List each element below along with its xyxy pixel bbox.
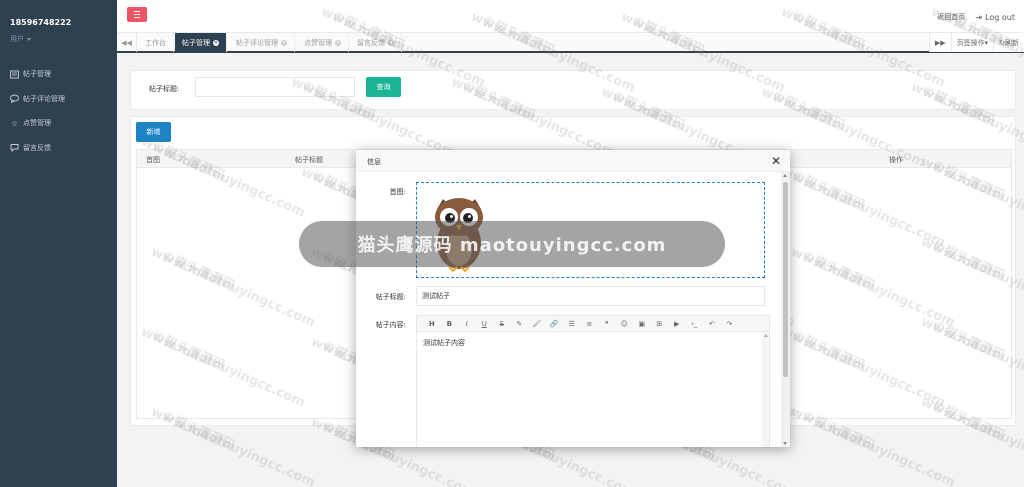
tab-feedback[interactable]: 留言反馈 ✕ xyxy=(350,33,402,52)
refresh-label: 刷新 xyxy=(1005,38,1019,47)
top-header: 返回首页 ⇥ Log out xyxy=(117,0,1024,32)
modal-header: 信息 ✕ xyxy=(356,150,790,172)
sidebar-nav: 帖子管理 帖子评论管理 ☆ 点赞管理 留言反馈 xyxy=(0,62,117,160)
brush-icon[interactable]: 🖌 xyxy=(528,316,546,332)
tab-scroll-left-button[interactable]: ◀◀ xyxy=(117,33,137,52)
menu-toggle-button[interactable] xyxy=(127,7,147,22)
tab-label: 帖子评论管理 xyxy=(236,38,278,47)
modal-title: 信息 xyxy=(367,158,381,166)
close-icon[interactable]: ✕ xyxy=(388,39,394,46)
tab-scroll-right-button[interactable]: ▶▶ xyxy=(928,33,951,52)
user-role-label: 用户 xyxy=(10,35,24,43)
feedback-icon xyxy=(10,143,19,153)
pencil-icon[interactable]: ✎ xyxy=(511,316,529,332)
italic-icon[interactable]: I xyxy=(458,316,476,332)
sidebar-item-comments[interactable]: 帖子评论管理 xyxy=(0,87,117,112)
tab-label: 工作台 xyxy=(145,38,166,47)
sidebar-item-posts[interactable]: 帖子管理 xyxy=(0,62,117,87)
double-chevron-left-icon: ◀◀ xyxy=(121,38,132,47)
post-title-input[interactable]: 测试帖子 xyxy=(416,286,765,306)
column-header-title[interactable]: 帖子标题 xyxy=(295,155,323,165)
post-title-label: 帖子标题: xyxy=(375,293,406,301)
scroll-up-icon xyxy=(763,334,768,337)
edit-post-modal: 信息 ✕ 首图: 帖子标题: 测试帖子 帖子内容: H B I U S ✎ 🖌 … xyxy=(356,150,790,447)
search-panel: 帖子标题: 查询 xyxy=(130,70,1016,110)
scroll-up-icon[interactable] xyxy=(783,174,787,177)
close-icon[interactable]: ✕ xyxy=(281,39,287,46)
video-icon[interactable]: ▶ xyxy=(668,316,686,332)
tab-label: 留言反馈 xyxy=(357,38,385,47)
tab-controls: ▶▶ 页签操作 ▾ ↻ 刷新 xyxy=(928,33,1024,52)
link-icon[interactable]: 🔗 xyxy=(546,316,564,332)
list-icon xyxy=(10,70,19,79)
user-name: 18596748222 xyxy=(10,18,72,27)
editor-toolbar: H B I U S ✎ 🖌 🔗 ☰ ≡ ❝ ☺ ▣ ⊞ ▶ ›_ ↶ ↷ xyxy=(417,316,769,332)
page-ops-label: 页签操作 xyxy=(956,38,985,47)
comment-icon xyxy=(10,94,19,104)
column-header-cover[interactable]: 首图 xyxy=(146,155,160,165)
editor-scrollbar[interactable] xyxy=(762,332,769,447)
editor-content[interactable]: 测试帖子内容 xyxy=(423,338,465,348)
header-actions: 返回首页 ⇥ Log out xyxy=(937,12,1015,22)
post-content-label: 帖子内容: xyxy=(375,321,406,329)
sidebar-item-label: 点赞管理 xyxy=(23,119,51,128)
scroll-down-icon[interactable] xyxy=(783,442,787,445)
logout-label: Log out xyxy=(985,12,1015,22)
emoji-icon[interactable]: ☺ xyxy=(616,316,634,332)
post-title-search-input[interactable] xyxy=(195,77,355,97)
sidebar-item-label: 帖子管理 xyxy=(23,70,51,79)
close-icon[interactable]: ✕ xyxy=(213,39,219,46)
code-icon[interactable]: ›_ xyxy=(686,316,704,332)
quote-icon[interactable]: ❝ xyxy=(598,316,616,332)
search-button[interactable]: 查询 xyxy=(366,77,401,97)
caret-down-icon: ▾ xyxy=(984,38,989,47)
sidebar-item-likes[interactable]: ☆ 点赞管理 xyxy=(0,111,117,136)
sidebar-item-feedback[interactable]: 留言反馈 xyxy=(0,136,117,161)
hamburger-icon xyxy=(134,11,140,13)
caret-down-icon xyxy=(27,37,31,41)
home-link[interactable]: 返回首页 xyxy=(937,12,965,22)
modal-scrollbar[interactable] xyxy=(781,172,790,447)
heading-icon[interactable]: H xyxy=(423,316,441,332)
cover-label: 首图: xyxy=(389,188,406,196)
align-icon[interactable]: ≡ xyxy=(581,316,599,332)
refresh-button[interactable]: ↻ 刷新 xyxy=(993,33,1024,52)
undo-icon[interactable]: ↶ xyxy=(703,316,721,332)
star-icon: ☆ xyxy=(10,118,19,128)
tab-likes[interactable]: 点赞管理 ✕ xyxy=(297,33,349,52)
tab-label: 点赞管理 xyxy=(304,38,332,47)
watermark-banner: 猫头鹰源码 maotouyingcc.com xyxy=(299,221,725,267)
strikethrough-icon[interactable]: S xyxy=(493,316,511,332)
close-icon[interactable]: ✕ xyxy=(335,39,341,46)
table-icon[interactable]: ⊞ xyxy=(651,316,669,332)
modal-body: 首图: 帖子标题: 测试帖子 帖子内容: H B I U S ✎ 🖌 🔗 ☰ ≡… xyxy=(356,172,781,447)
scroll-thumb[interactable] xyxy=(783,182,788,377)
image-icon[interactable]: ▣ xyxy=(633,316,651,332)
sidebar-item-label: 帖子评论管理 xyxy=(23,94,65,103)
list-icon[interactable]: ☰ xyxy=(563,316,581,332)
logout-icon: ⇥ xyxy=(975,12,983,22)
underline-icon[interactable]: U xyxy=(476,316,494,332)
double-chevron-right-icon: ▶▶ xyxy=(934,38,946,47)
post-title-value: 测试帖子 xyxy=(422,292,450,300)
search-label: 帖子标题: xyxy=(149,85,180,93)
sidebar: 18596748222 用户 帖子管理 帖子评论管理 ☆ 点赞管理 留言反馈 xyxy=(0,0,117,487)
tabs-bar: ◀◀ 工作台 帖子管理 ✕ 帖子评论管理 ✕ 点赞管理 ✕ 留言反馈 ✕ ▶▶ 页签操作… xyxy=(117,32,1024,53)
logout-link[interactable]: ⇥ Log out xyxy=(975,13,1015,22)
sidebar-item-label: 留言反馈 xyxy=(23,143,51,152)
close-icon[interactable]: ✕ xyxy=(771,154,781,168)
rich-text-editor[interactable]: H B I U S ✎ 🖌 🔗 ☰ ≡ ❝ ☺ ▣ ⊞ ▶ ›_ ↶ ↷ 测试帖… xyxy=(416,315,770,447)
page-ops-dropdown[interactable]: 页签操作 ▾ xyxy=(950,33,994,52)
tab-dashboard[interactable]: 工作台 xyxy=(138,33,174,52)
column-header-actions: 操作 xyxy=(889,156,903,164)
tab-posts[interactable]: 帖子管理 ✕ xyxy=(175,33,227,52)
bold-icon[interactable]: B xyxy=(441,316,459,332)
user-role-dropdown[interactable]: 用户 xyxy=(10,34,31,44)
tab-label: 帖子管理 xyxy=(182,38,210,47)
add-button[interactable]: 新增 xyxy=(136,122,171,142)
tab-comments[interactable]: 帖子评论管理 ✕ xyxy=(229,33,295,52)
redo-icon[interactable]: ↷ xyxy=(721,316,739,332)
